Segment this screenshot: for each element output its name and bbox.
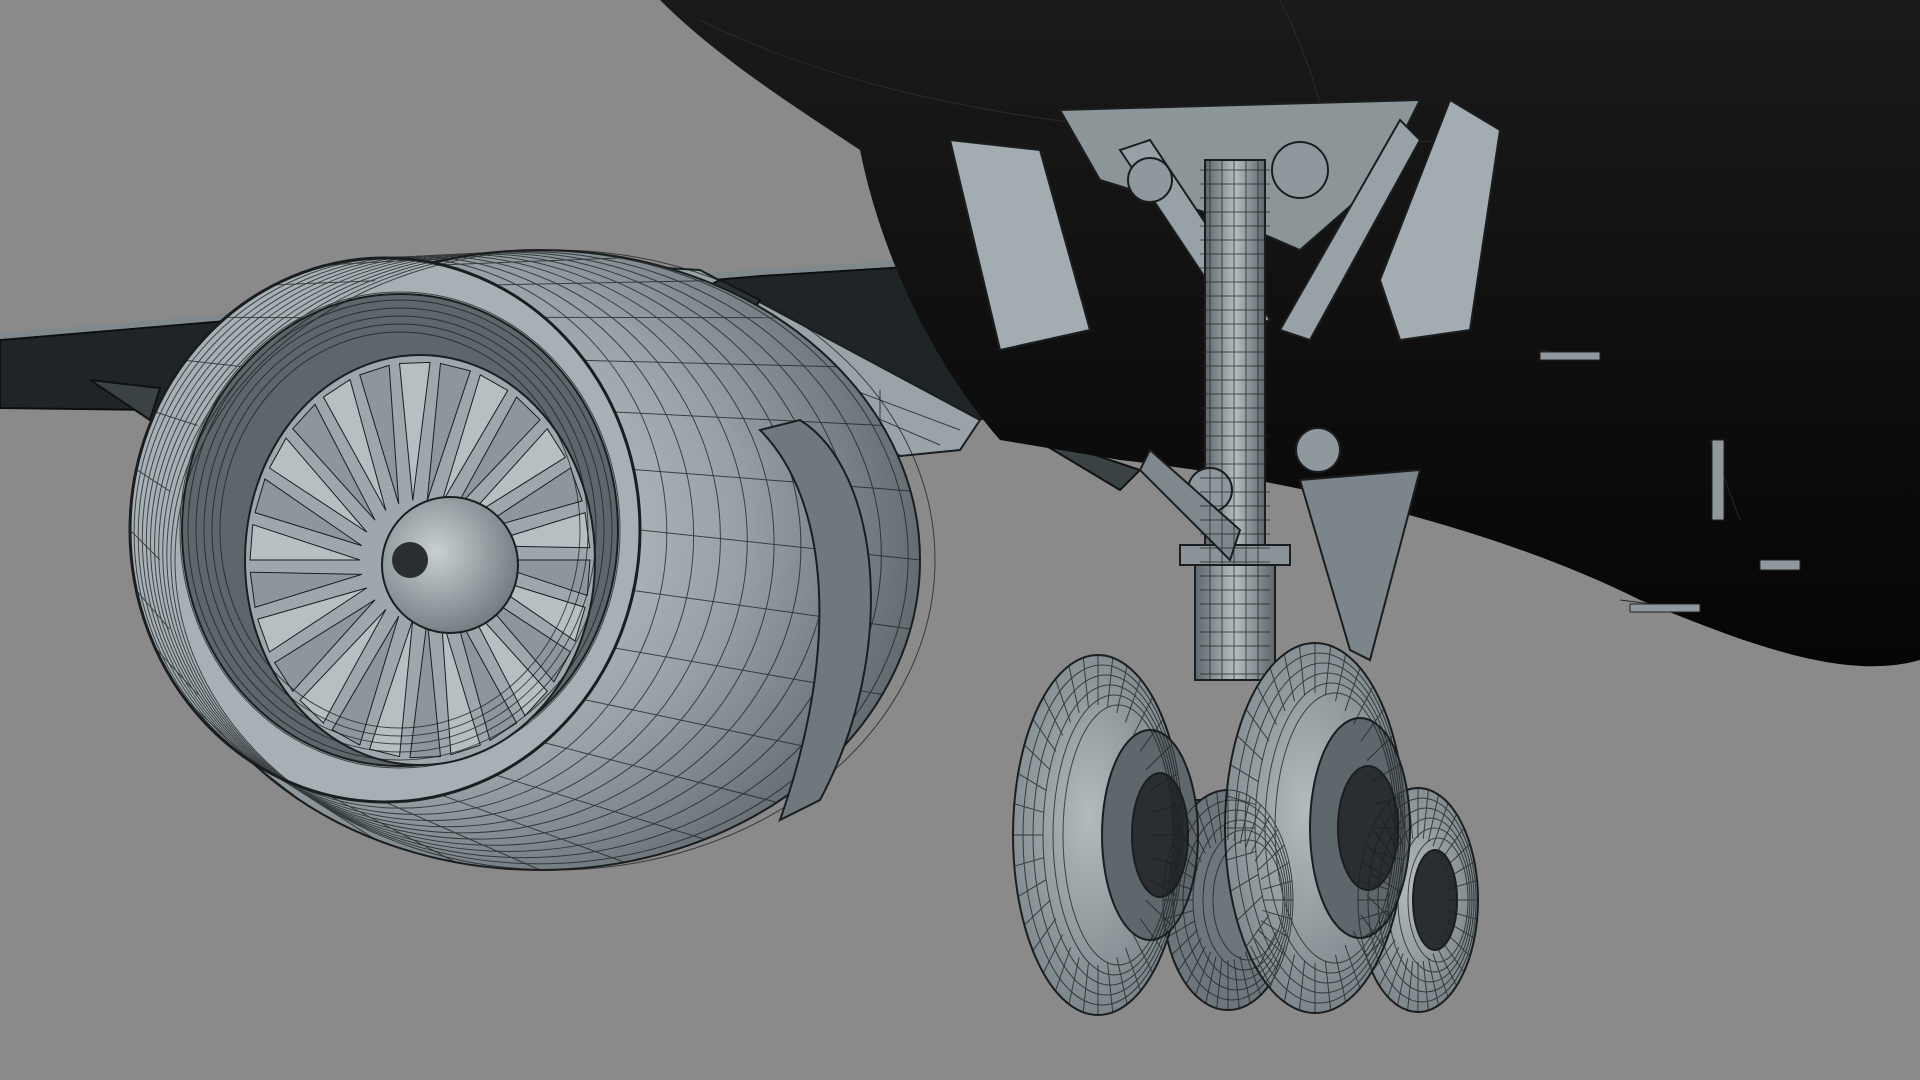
actuator-joint-right: [1295, 427, 1341, 473]
actuator-joint-upper: [1271, 141, 1329, 199]
wireframe-render[interactable]: [0, 0, 1920, 1080]
spinner-tip: [392, 542, 428, 578]
actuator-joint-top: [1127, 157, 1173, 203]
3d-viewport[interactable]: [0, 0, 1920, 1080]
